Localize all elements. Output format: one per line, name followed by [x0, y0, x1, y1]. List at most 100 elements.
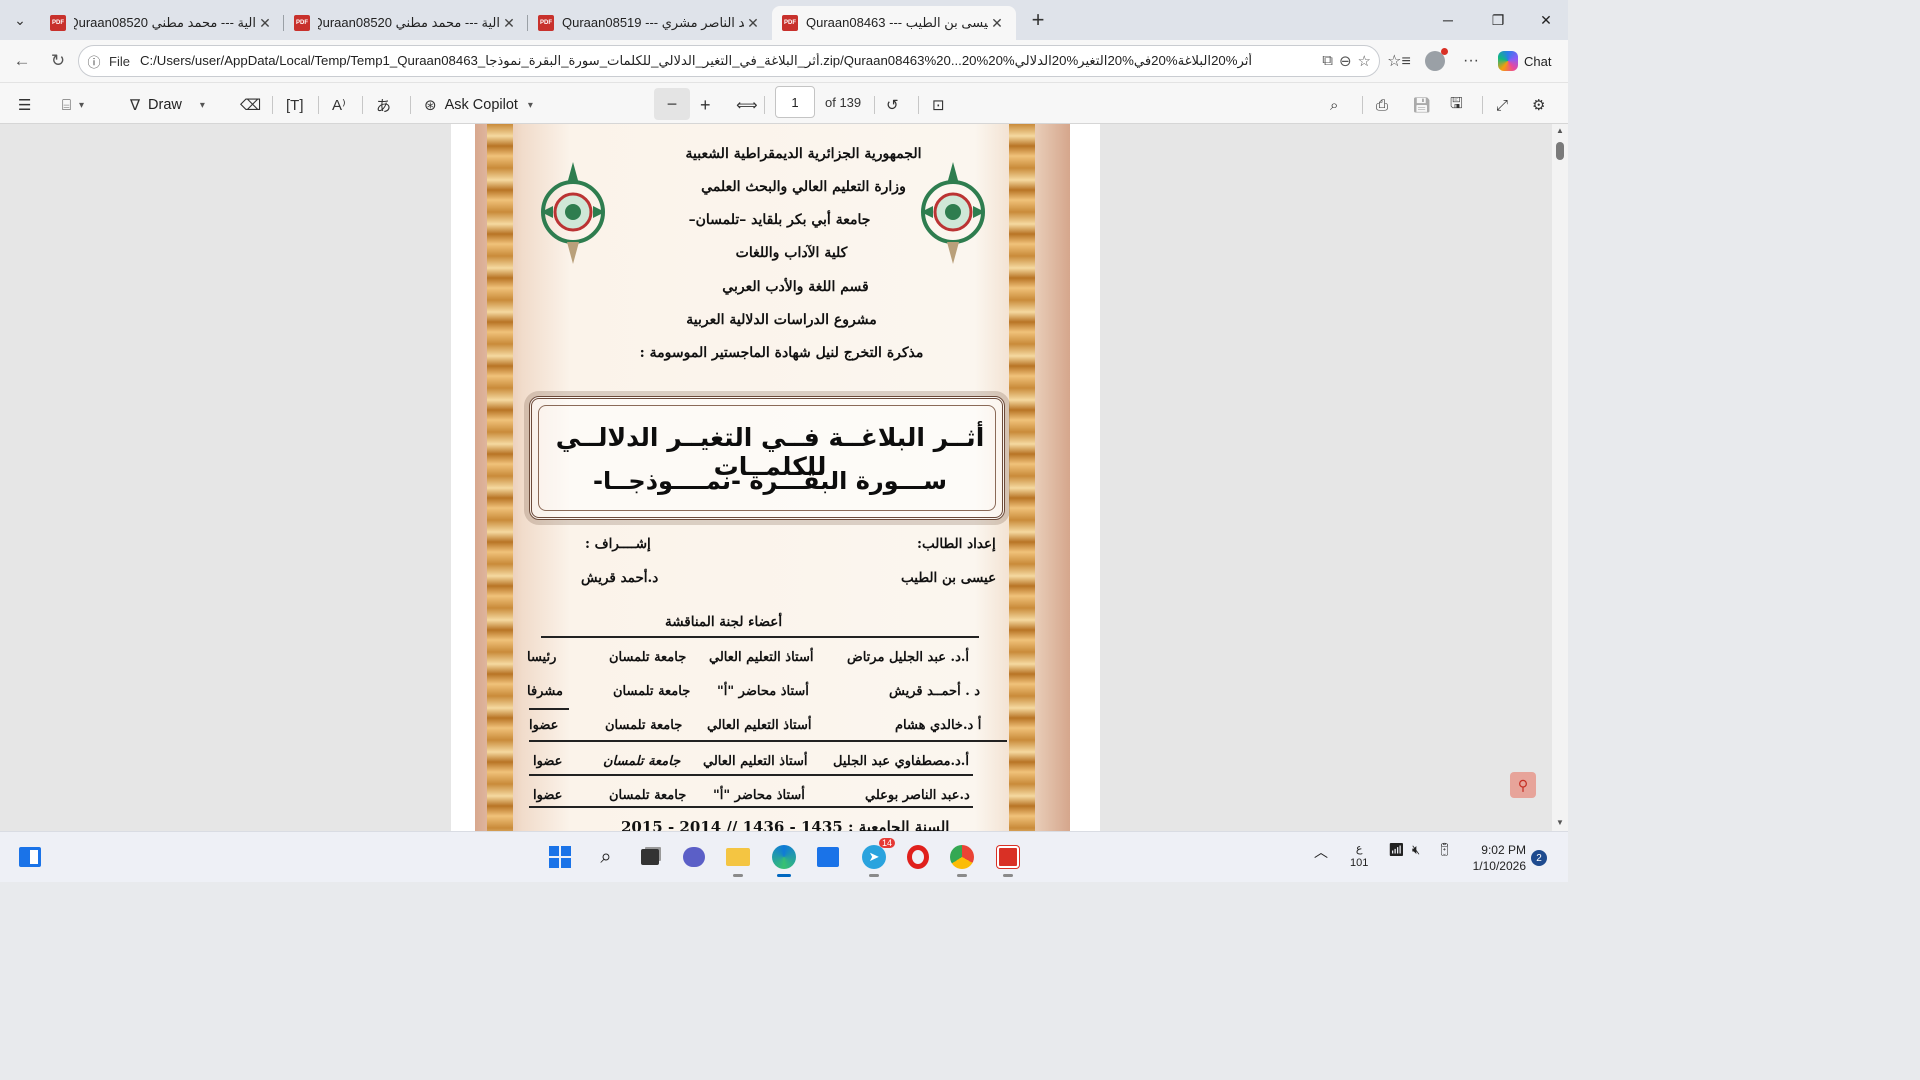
rotate-button[interactable]: ↺: [886, 91, 899, 119]
toolbar-divider: [318, 96, 319, 114]
chrome-icon: [950, 845, 974, 869]
volume-muted-icon[interactable]: 🔇︎: [1412, 842, 1420, 858]
tab-4-active[interactable]: PDF Quraan08463 --- عيسى بن الطيب ✕: [772, 6, 1016, 40]
minimize-button[interactable]: ─: [1422, 0, 1474, 40]
fullscreen-button[interactable]: ⤢: [1496, 91, 1508, 119]
erase-button[interactable]: ⌫: [240, 91, 261, 119]
task-view-button[interactable]: [634, 841, 666, 873]
language-bottom: 101: [1350, 857, 1369, 869]
acrobat-icon[interactable]: ⚲: [1510, 772, 1536, 798]
search-icon: ⌕: [600, 845, 612, 868]
page-view-button[interactable]: ⊡: [932, 91, 945, 119]
restore-button[interactable]: ❐: [1472, 0, 1524, 40]
pdf-file-icon: PDF: [538, 15, 554, 31]
file-explorer-button[interactable]: [722, 841, 754, 877]
add-text-button[interactable]: [T]: [286, 91, 304, 119]
battery-icon[interactable]: 🔋︎: [1436, 842, 1453, 858]
start-button[interactable]: [544, 841, 576, 873]
supervisor-name: د.أحمد قريش: [581, 570, 659, 586]
title-frame: أثــر البلاغــة فــي التغيــر الدلالــي …: [529, 396, 1005, 520]
highlight-button[interactable]: ⌸ ▾: [62, 91, 84, 119]
zoom-in-button[interactable]: +: [700, 91, 711, 119]
toolbar-divider: [1362, 96, 1363, 114]
toolbar-divider: [272, 96, 273, 114]
url-text[interactable]: C:/Users/user/AppData/Local/Temp/Temp1_Q…: [140, 53, 1322, 69]
contents-button[interactable]: ☰: [18, 91, 31, 119]
close-icon[interactable]: ✕: [500, 15, 518, 32]
scroll-down-icon[interactable]: ▼: [1556, 818, 1564, 827]
settings-more-button[interactable]: ···: [1454, 44, 1488, 78]
tab-2[interactable]: PDF الية --- محمد مطني Quraan08520 ✕: [284, 6, 528, 40]
edge-icon: [772, 845, 796, 869]
vertical-scrollbar[interactable]: ▲ ▼: [1552, 124, 1568, 831]
scroll-up-icon[interactable]: ▲: [1556, 126, 1564, 135]
widgets-button[interactable]: [14, 841, 46, 873]
edge-button[interactable]: [768, 841, 800, 877]
pdf-settings-button[interactable]: ⚙: [1532, 91, 1545, 119]
committee-row: د . أحمــد قريش أستاذ محاضر "أ" جامعة تل…: [527, 678, 1007, 708]
pdf-app-button[interactable]: [992, 841, 1024, 877]
committee-title: أعضاء لجنة المناقشة: [665, 614, 783, 630]
new-tab-button[interactable]: +: [1020, 3, 1056, 37]
draw-button[interactable]: ∇ Draw ▾: [130, 91, 205, 119]
ask-copilot-button[interactable]: ⊛ Ask Copilot ▾: [424, 91, 533, 119]
header-ministry: وزارة التعليم العالي والبحث العلمي: [701, 179, 906, 195]
profile-button[interactable]: [1418, 44, 1452, 78]
favorites-button[interactable]: ☆≡: [1382, 44, 1416, 78]
pdf-viewer[interactable]: الجمهورية الجزائرية الديمقراطية الشعبية …: [0, 124, 1552, 831]
refresh-button[interactable]: ↻: [40, 43, 76, 79]
pdf-app-icon: [997, 846, 1019, 868]
tab-1[interactable]: PDF الية --- محمد مطني Quraan08520 ✕: [40, 6, 284, 40]
telegram-button[interactable]: ➤ 14: [858, 838, 895, 877]
search-taskbar-button[interactable]: ⌕: [590, 841, 622, 873]
copilot-chat-button[interactable]: Chat: [1494, 45, 1560, 77]
close-icon[interactable]: ✕: [988, 15, 1006, 32]
chrome-button[interactable]: [946, 841, 978, 877]
rotate-icon: ↺: [886, 97, 899, 114]
row-underline: [529, 740, 1007, 742]
app-available-icon[interactable]: ⧉: [1322, 52, 1333, 70]
list-icon: ☰: [18, 97, 32, 114]
back-button[interactable]: ←: [4, 43, 40, 79]
favorite-star-icon[interactable]: ☆: [1358, 52, 1371, 70]
close-icon[interactable]: ✕: [256, 15, 274, 32]
fit-width-button[interactable]: ⟺: [736, 91, 758, 119]
toolbar-divider: [874, 96, 875, 114]
info-icon[interactable]: ⓘ: [79, 52, 109, 71]
close-icon[interactable]: ✕: [744, 15, 762, 32]
member-role: عضوا: [533, 754, 563, 769]
windows-logo-icon: [549, 846, 571, 868]
chevron-up-icon: ︿: [1314, 844, 1328, 860]
pdf-page: الجمهورية الجزائرية الديمقراطية الشعبية …: [451, 124, 1100, 831]
tray-overflow-button[interactable]: ︿: [1314, 842, 1328, 862]
date-text: 1/10/2026: [1472, 859, 1526, 873]
search-button[interactable]: ⌕: [1330, 91, 1338, 119]
gear-icon: ⚙: [1532, 97, 1546, 114]
scheme-label: File: [109, 53, 130, 69]
address-bar[interactable]: ⓘ File C:/Users/user/AppData/Local/Temp/…: [78, 45, 1380, 77]
close-window-button[interactable]: ✕: [1520, 0, 1572, 40]
save-button[interactable]: 💾︎: [1412, 91, 1431, 119]
save-as-button[interactable]: 🖫: [1450, 91, 1463, 119]
taskbar: ⌕ ➤ 14 ︿ ع 101 📶︎ 🔇︎ 🔋︎ 9:02 PM 1/10/2026…: [0, 831, 1568, 882]
store-icon: [817, 847, 839, 867]
zoom-out-button[interactable]: −: [654, 88, 690, 120]
tab-actions-menu-button[interactable]: ⌄: [0, 0, 40, 40]
zoom-icon[interactable]: ⊖: [1339, 52, 1352, 70]
chat-app-button[interactable]: [678, 841, 710, 873]
tab-3[interactable]: PDF Quraan08519 --- عبد الناصر مشري ✕: [528, 6, 772, 40]
clock[interactable]: 9:02 PM 1/10/2026: [1468, 842, 1526, 874]
page-number-input[interactable]: [775, 86, 815, 118]
wifi-icon[interactable]: 📶︎: [1388, 842, 1405, 858]
read-aloud-button[interactable]: A⁾: [332, 91, 346, 119]
eraser-icon: ⌫: [240, 97, 262, 114]
scrollbar-thumb[interactable]: [1556, 142, 1564, 160]
store-button[interactable]: [812, 841, 844, 873]
member-university: جامعة تلمسان: [609, 788, 687, 803]
notification-badge[interactable]: 2: [1531, 850, 1547, 866]
translate-button[interactable]: あ: [376, 91, 391, 119]
save-as-icon: 🖫: [1450, 94, 1463, 112]
opera-button[interactable]: [902, 841, 934, 873]
print-button[interactable]: ⎙: [1376, 91, 1388, 119]
language-indicator[interactable]: ع 101: [1350, 842, 1368, 870]
